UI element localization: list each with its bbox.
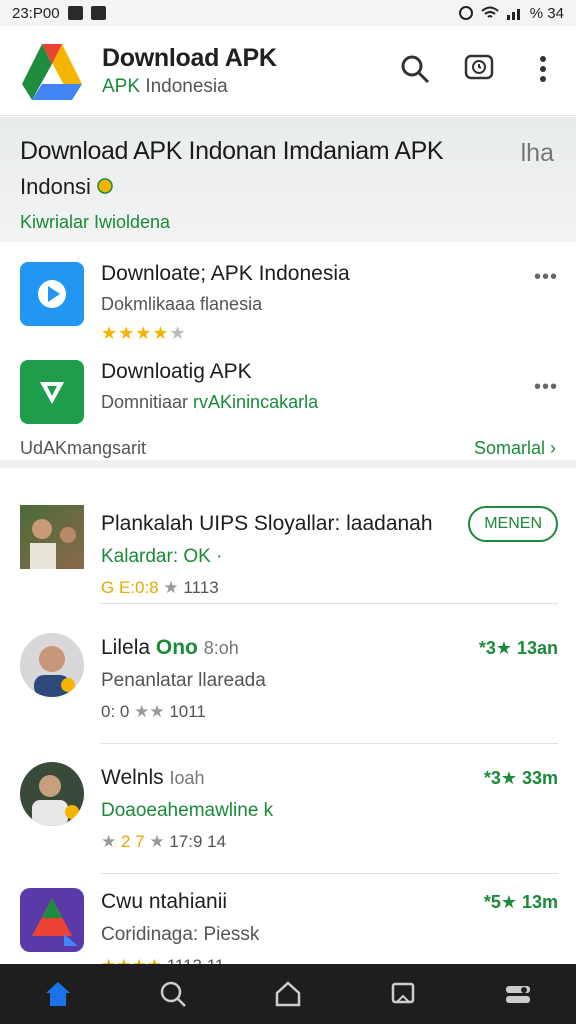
list-sub: Penanlatar llareada: [101, 670, 266, 691]
profile-icon[interactable]: [496, 972, 540, 1016]
wifi-icon: [481, 6, 499, 18]
list-title: Cwu ntahianii: [101, 890, 228, 913]
list-text: Plankalah UIPS Sloyallar: laadanah Kalar…: [101, 512, 433, 598]
featured-text: Downloatig APK Domnitiaar rvAKinincakarl…: [101, 360, 318, 424]
list-right-stat: *5★ 13m: [483, 892, 558, 912]
list-sub: Kalardar: OK ·: [101, 546, 223, 567]
home-icon[interactable]: [36, 972, 80, 1016]
action-button[interactable]: MENEN: [468, 506, 558, 542]
list-right-stat: *3★ 13an: [478, 638, 558, 658]
library-icon[interactable]: [381, 972, 425, 1016]
list-sub: Doaoeahemawline k: [101, 800, 274, 821]
list-meta: 0: 0 ★★ 1011: [101, 702, 266, 722]
footer-left-text: UdAKmangsarit: [20, 438, 147, 458]
star-icon: ★: [163, 578, 179, 597]
meta-gold: G E:0:8: [101, 578, 159, 597]
meta-rest: 17:9 14: [169, 832, 227, 851]
list-title: Lilela Ono 8:oh: [101, 636, 266, 660]
app-logo-icon: [22, 43, 82, 100]
avatar: [20, 762, 84, 826]
banner-title: Download APK Indonan Imdaniam APK: [20, 137, 444, 165]
featured-desc: Domnitiaar rvAKinincakarla: [101, 392, 318, 413]
page-subtitle: APK Indonesia: [102, 76, 277, 98]
star-icon: ★: [101, 832, 117, 851]
featured-name: Downloatig APK: [101, 360, 252, 383]
explore-icon[interactable]: [151, 972, 195, 1016]
battery-text: % 34: [529, 4, 564, 22]
banner-right-text: lha: [520, 139, 554, 167]
list-sub: Coridinaga: Piessk: [101, 924, 260, 945]
banner-line2-text: Indonsi: [20, 174, 91, 199]
rating-stars: ★★★★★: [101, 323, 187, 343]
status-left: 23:P00: [12, 5, 106, 22]
app-header: Download APK APK Indonesia: [0, 26, 576, 116]
featured-item[interactable]: Downloatig APK Domnitiaar rvAKinincakarl…: [20, 360, 318, 424]
list-item[interactable]: Lilela Ono 8:oh Penanlatar llareada 0: 0…: [0, 616, 576, 744]
title-gray: 8:oh: [203, 638, 239, 658]
list-text: Welnls Ioah Doaoeahemawline k ★ 2 7 ★ 17…: [101, 766, 273, 852]
notification-icon: [67, 6, 83, 20]
app-notification-icon: [90, 6, 106, 20]
title-main: Welnls: [101, 766, 164, 789]
featured-desc-plain: Domnitiaar: [101, 392, 189, 412]
subtitle-rest: Indonesia: [145, 75, 228, 97]
list-right-stat: *3★ 33m: [483, 768, 558, 788]
title-gray: Ioah: [169, 768, 205, 788]
title-green: Ono: [155, 636, 198, 659]
banner-line3: Kiwrialar Iwioldena: [20, 212, 171, 232]
star-icon: ★★: [134, 702, 165, 721]
meta-rest: 1113: [183, 578, 219, 597]
title-main: Lilela: [101, 636, 151, 659]
signal-icon: [506, 9, 520, 20]
search-icon[interactable]: [398, 52, 432, 86]
subtitle-green: APK: [102, 75, 141, 97]
featured-footer: UdAKmangsarit Somarlal ›: [20, 438, 556, 459]
page-title: Download APK: [102, 43, 277, 72]
chat-icon[interactable]: [462, 52, 496, 86]
apps-icon[interactable]: [266, 972, 310, 1016]
list-meta: ★ 2 7 ★ 17:9 14: [101, 832, 273, 852]
status-right: % 34: [458, 5, 564, 22]
list-item[interactable]: Plankalah UIPS Sloyallar: laadanah Kalar…: [0, 476, 576, 604]
list-title: Plankalah UIPS Sloyallar: laadanah: [101, 512, 433, 535]
app-icon: [20, 888, 84, 952]
avatar: [20, 633, 84, 697]
avatar: [20, 505, 84, 569]
play-icon: [20, 262, 84, 326]
see-all-link[interactable]: Somarlal ›: [474, 438, 556, 459]
header-titles: Download APK APK Indonesia: [102, 44, 277, 98]
list-meta: G E:0:8 ★ 1113: [101, 578, 433, 598]
emoji-icon: [97, 178, 113, 194]
featured-desc: Dokmlikaaa flanesia: [101, 294, 263, 314]
list-text: Lilela Ono 8:oh Penanlatar llareada 0: 0…: [101, 636, 266, 722]
promo-banner[interactable]: Download APK Indonan Imdaniam APK lha In…: [0, 117, 576, 242]
alarm-icon: [458, 6, 473, 20]
banner-line2: Indonsi: [20, 174, 556, 200]
list-item[interactable]: Welnls Ioah Doaoeahemawline k ★ 2 7 ★ 17…: [0, 746, 576, 874]
star-icon: ★: [149, 832, 165, 851]
divider: [100, 743, 558, 744]
status-bar: 23:P00 % 34: [0, 0, 576, 26]
meta-gold: 2 7: [120, 832, 145, 851]
play-icon: [20, 360, 84, 424]
header-actions: [398, 52, 560, 86]
featured-section: Downloate; APK Indonesia Dokmlikaaa flan…: [0, 242, 576, 468]
featured-text: Downloate; APK Indonesia Dokmlikaaa flan…: [101, 262, 350, 344]
meta-rest: 1011: [169, 702, 206, 721]
divider: [100, 603, 558, 604]
more-vert-icon[interactable]: [526, 52, 560, 86]
bottom-nav: [0, 964, 576, 1024]
featured-desc-green: rvAKinincakarla: [193, 392, 319, 412]
status-time: 23:P00: [12, 4, 60, 22]
featured-item[interactable]: Downloate; APK Indonesia Dokmlikaaa flan…: [20, 262, 350, 344]
list-title: Welnls Ioah: [101, 766, 273, 790]
meta-main: 0: 0: [101, 702, 130, 721]
featured-name: Downloate; APK Indonesia: [101, 262, 350, 285]
more-horiz-icon[interactable]: •••: [534, 266, 558, 289]
more-horiz-icon[interactable]: •••: [534, 376, 558, 399]
